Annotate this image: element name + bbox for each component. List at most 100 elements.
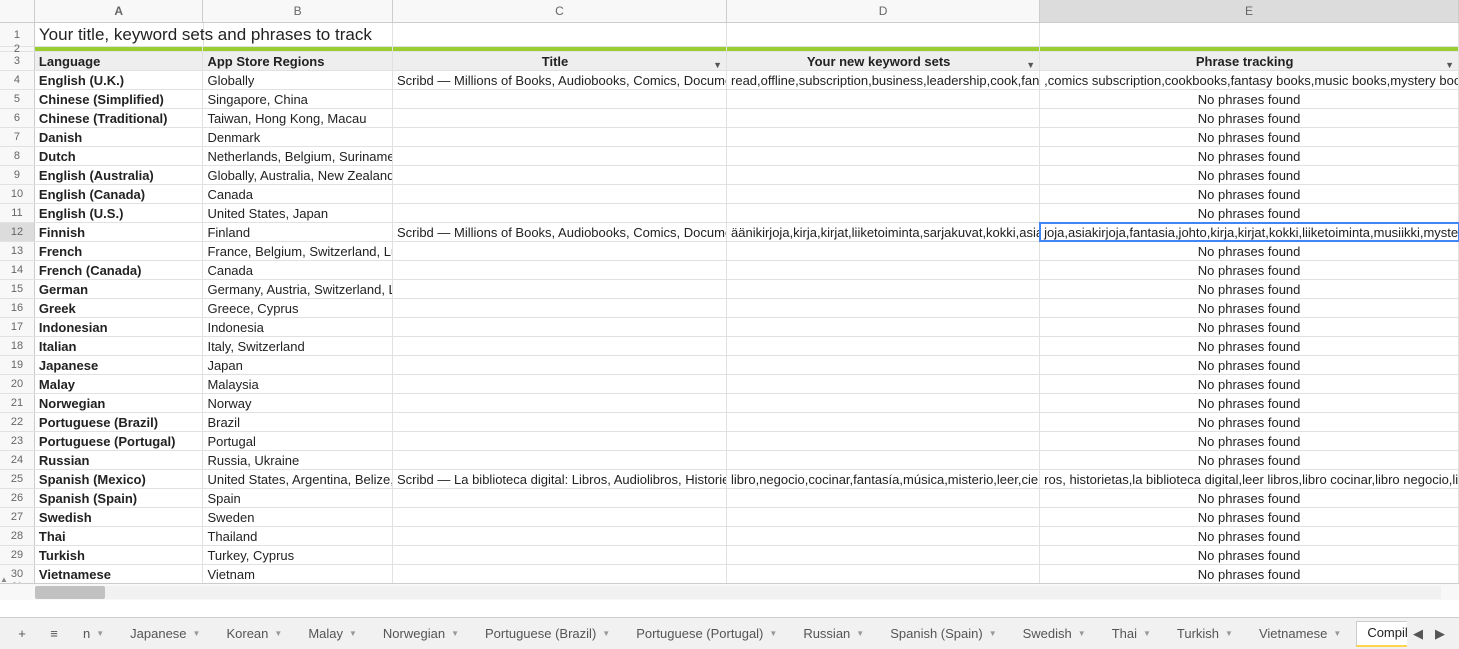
cell[interactable]: Italy, Switzerland (203, 337, 392, 355)
cell[interactable]: Scribd — Millions of Books, Audiobooks, … (393, 71, 727, 89)
cell[interactable] (393, 204, 727, 222)
cell[interactable]: Globally, Australia, New Zealand, UK (203, 166, 392, 184)
cell[interactable]: Taiwan, Hong Kong, Macau (203, 109, 392, 127)
cell[interactable] (393, 337, 727, 355)
cell[interactable]: No phrases found (1040, 242, 1459, 260)
row-number[interactable]: 24 (0, 451, 35, 469)
column-header-b[interactable]: B (203, 0, 392, 22)
cell[interactable]: Finnish (35, 223, 204, 241)
cell[interactable]: Norway (203, 394, 392, 412)
cell[interactable]: No phrases found (1040, 261, 1459, 279)
cell[interactable]: Malay (35, 375, 204, 393)
cell[interactable]: Portugal (203, 432, 392, 450)
cell[interactable] (393, 508, 727, 526)
cell[interactable] (393, 489, 727, 507)
chevron-down-icon[interactable]: ▼ (989, 621, 997, 647)
row-number[interactable]: 25 (0, 470, 35, 488)
row-number[interactable]: 22 (0, 413, 35, 431)
cell[interactable] (393, 546, 727, 564)
cell[interactable] (393, 166, 727, 184)
cell[interactable]: Japan (203, 356, 392, 374)
cell[interactable]: No phrases found (1040, 394, 1459, 412)
cell[interactable]: Scribd — La biblioteca digital: Libros, … (393, 470, 727, 488)
cell[interactable]: Scribd — Millions of Books, Audiobooks, … (393, 223, 727, 241)
cell[interactable]: Italian (35, 337, 204, 355)
sheet-tab[interactable]: Vietnamese▼ (1248, 621, 1352, 647)
row-number[interactable]: 2 (0, 47, 35, 51)
cell[interactable] (393, 128, 727, 146)
row-number[interactable]: 19 (0, 356, 35, 374)
cell[interactable]: Thailand (203, 527, 392, 545)
cell[interactable] (727, 299, 1040, 317)
cell[interactable] (727, 489, 1040, 507)
add-sheet-button[interactable]: + (8, 622, 36, 646)
row-number[interactable]: 5 (0, 90, 35, 108)
filter-icon[interactable]: ▼ (1026, 56, 1035, 70)
scrollbar-track[interactable] (35, 586, 1441, 599)
cell[interactable]: No phrases found (1040, 318, 1459, 336)
select-all-corner[interactable] (0, 0, 35, 22)
cell[interactable] (393, 375, 727, 393)
row-number[interactable]: 18 (0, 337, 35, 355)
cell[interactable]: Spain (203, 489, 392, 507)
cell[interactable]: Russian (35, 451, 204, 469)
cell[interactable] (204, 23, 393, 46)
column-header-a[interactable]: A (35, 0, 204, 22)
header-title[interactable]: Title▼ (393, 52, 727, 70)
cell[interactable]: Malaysia (203, 375, 392, 393)
row-number[interactable]: 17 (0, 318, 35, 336)
cell[interactable] (727, 261, 1040, 279)
chevron-down-icon[interactable]: ▼ (451, 621, 459, 647)
header-language[interactable]: Language (35, 52, 204, 70)
cell[interactable]: German (35, 280, 204, 298)
cell[interactable] (727, 185, 1040, 203)
cell[interactable] (393, 432, 727, 450)
cell[interactable] (393, 318, 727, 336)
cell[interactable] (727, 166, 1040, 184)
cell[interactable] (203, 47, 392, 51)
cell[interactable] (393, 47, 727, 51)
chevron-down-icon[interactable]: ▼ (769, 621, 777, 647)
chevron-down-icon[interactable]: ▼ (1143, 621, 1151, 647)
cell[interactable]: Canada (203, 185, 392, 203)
tab-scroll-right-button[interactable]: ▶ (1429, 623, 1451, 645)
cell[interactable]: Netherlands, Belgium, Suriname (203, 147, 392, 165)
cell[interactable]: Spanish (Mexico) (35, 470, 204, 488)
header-regions[interactable]: App Store Regions (203, 52, 392, 70)
filter-icon[interactable]: ▼ (1445, 56, 1454, 70)
row-number[interactable]: 28 (0, 527, 35, 545)
cell[interactable] (393, 356, 727, 374)
cell[interactable]: No phrases found (1040, 128, 1459, 146)
chevron-down-icon[interactable]: ▼ (856, 621, 864, 647)
cell[interactable]: Sweden (203, 508, 392, 526)
cell[interactable]: äänikirjoja,kirja,kirjat,liiketoiminta,s… (727, 223, 1040, 241)
cell[interactable] (393, 394, 727, 412)
cell[interactable] (727, 337, 1040, 355)
cell[interactable]: English (U.S.) (35, 204, 204, 222)
chevron-down-icon[interactable]: ▼ (1333, 621, 1341, 647)
sheet-tab[interactable]: Malay▼ (297, 621, 368, 647)
cell[interactable] (1040, 23, 1459, 46)
row-number[interactable]: 26 (0, 489, 35, 507)
cell[interactable]: Spanish (Spain) (35, 489, 204, 507)
cell[interactable]: Russia, Ukraine (203, 451, 392, 469)
cell[interactable]: English (Australia) (35, 166, 204, 184)
row-number[interactable]: 10 (0, 185, 35, 203)
cell[interactable] (727, 204, 1040, 222)
sheet-tab[interactable]: Portuguese (Portugal)▼ (625, 621, 788, 647)
column-header-d[interactable]: D (727, 0, 1040, 22)
sheet-tab[interactable]: Norwegian▼ (372, 621, 470, 647)
chevron-down-icon[interactable]: ▼ (1078, 621, 1086, 647)
row-number[interactable]: 8 (0, 147, 35, 165)
cell[interactable]: libro,negocio,cocinar,fantasía,música,mi… (727, 470, 1040, 488)
chevron-down-icon[interactable]: ▼ (1225, 621, 1233, 647)
row-number[interactable]: 20 (0, 375, 35, 393)
cell[interactable] (393, 565, 727, 583)
sheet-tab[interactable]: Thai▼ (1101, 621, 1162, 647)
sheet-tab[interactable]: Korean▼ (215, 621, 293, 647)
row-number[interactable]: 29 (0, 546, 35, 564)
cell[interactable]: Finland (203, 223, 392, 241)
cell[interactable] (727, 47, 1040, 51)
row-number[interactable]: 27 (0, 508, 35, 526)
cell[interactable]: No phrases found (1040, 508, 1459, 526)
